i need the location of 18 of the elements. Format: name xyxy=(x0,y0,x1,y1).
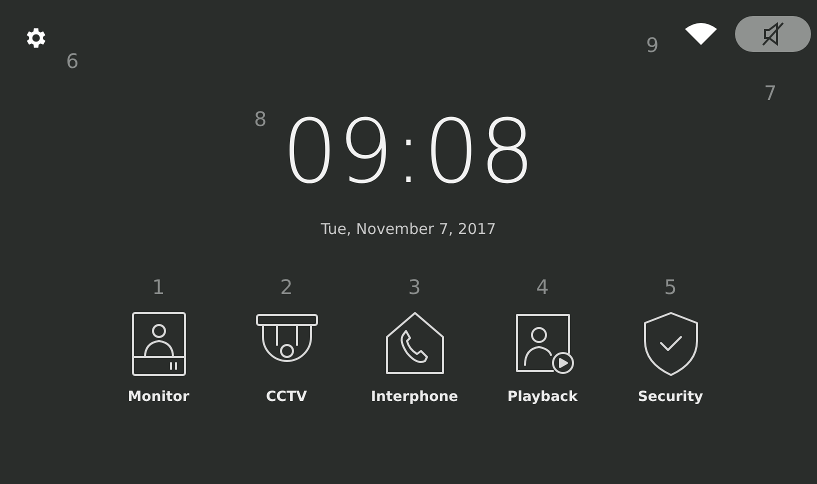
callout-number: 8 xyxy=(254,106,267,133)
callout-number: 4 xyxy=(536,276,549,296)
callout-number: 5 xyxy=(664,276,677,296)
app-tile[interactable]: CCTV xyxy=(252,308,320,408)
callout-number: 2 xyxy=(280,276,293,296)
app-tile[interactable]: Monitor xyxy=(124,308,192,408)
app-tile[interactable]: Playback xyxy=(507,308,578,408)
callout-number: 7 xyxy=(764,80,777,107)
callout-number: 9 xyxy=(646,32,659,59)
callout-number: 6 xyxy=(66,48,79,75)
callout-number: 3 xyxy=(408,276,421,296)
app-tile[interactable]: Interphone xyxy=(370,308,458,408)
app-tile[interactable]: Security xyxy=(636,308,704,408)
wifi-icon xyxy=(685,23,717,45)
callout-number: 1 xyxy=(152,276,165,296)
mute-button[interactable] xyxy=(735,16,811,52)
clock-time: 09:08 xyxy=(282,108,536,196)
date-text: Tue, November 7, 2017 xyxy=(320,219,496,240)
